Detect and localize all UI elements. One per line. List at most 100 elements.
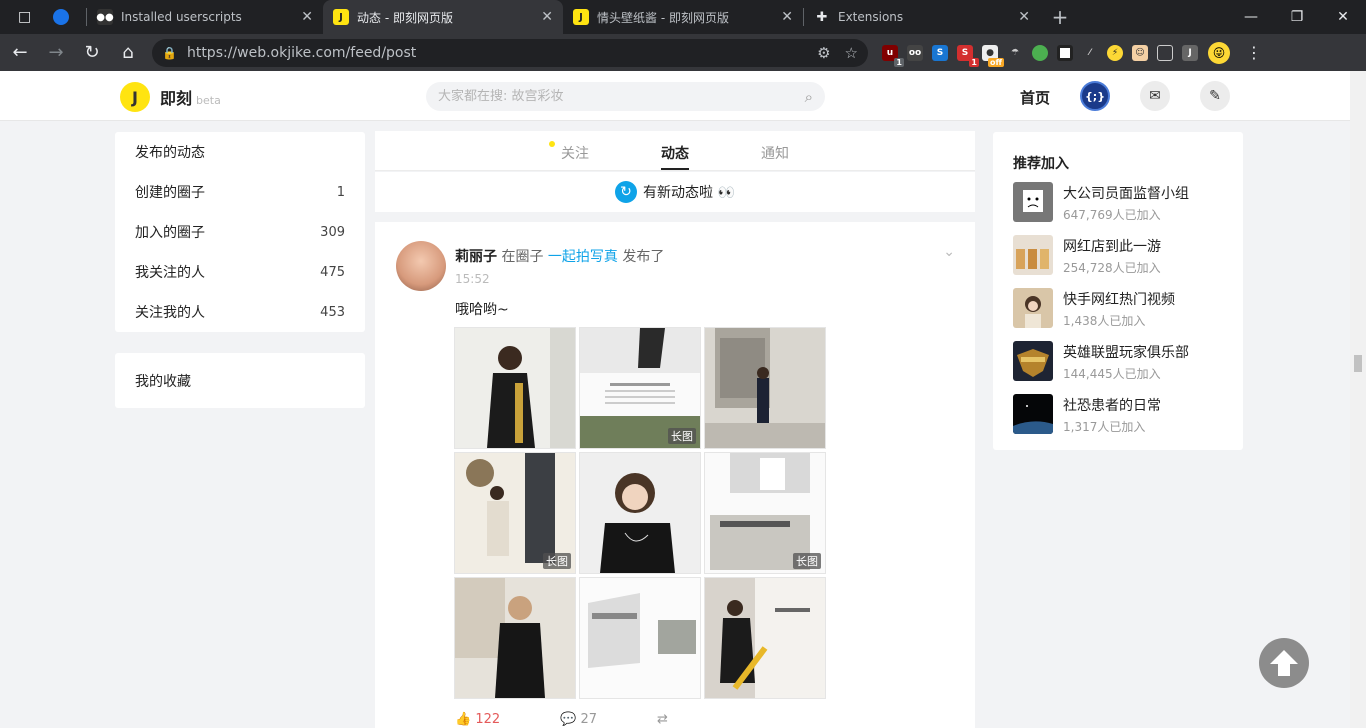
- recommend-item[interactable]: 大公司员面监督小组 647,769人已加入: [1013, 182, 1233, 224]
- post-time: 15:52: [455, 272, 490, 286]
- arrow-up-icon: [1270, 650, 1298, 676]
- face-icon[interactable]: ☺: [1132, 44, 1148, 61]
- recommend-item[interactable]: 网红店到此一游 254,728人已加入: [1013, 235, 1233, 277]
- edit-icon[interactable]: ✎: [1200, 81, 1230, 111]
- back-to-top-button[interactable]: [1259, 638, 1309, 688]
- back-icon[interactable]: ←: [4, 37, 36, 69]
- topic-count: 1,438人已加入: [1063, 314, 1146, 328]
- topic-name: 网红店到此一游: [1063, 239, 1161, 255]
- forward-icon[interactable]: →: [40, 37, 72, 69]
- new-posts-banner[interactable]: ↻ 有新动态啦 👀: [375, 172, 975, 212]
- chart-icon[interactable]: ⁄: [1082, 45, 1098, 61]
- chevron-down-icon[interactable]: ⌄: [943, 244, 955, 260]
- tab-extensions[interactable]: ✚ Extensions ✕: [804, 0, 1040, 34]
- author-name[interactable]: 莉丽子: [455, 249, 497, 265]
- photo-portrait: [580, 453, 700, 573]
- circle-link[interactable]: 一起拍写真: [548, 249, 618, 265]
- post-image[interactable]: 长图: [579, 327, 701, 449]
- lock-icon[interactable]: 🔒: [162, 46, 177, 60]
- mail-icon[interactable]: ✉: [1140, 81, 1170, 111]
- recommend-item[interactable]: 英雄联盟玩家俱乐部 144,445人已加入: [1013, 341, 1233, 383]
- post-image[interactable]: 长图: [454, 452, 576, 574]
- nav-following[interactable]: 我关注的人 475: [115, 252, 365, 292]
- translate-icon[interactable]: ⚙: [817, 44, 830, 62]
- tab-label: 动态: [661, 146, 689, 162]
- author-avatar[interactable]: [396, 241, 446, 291]
- post-image[interactable]: [704, 327, 826, 449]
- new-tab-button[interactable]: +: [1040, 0, 1080, 34]
- tab-following[interactable]: 关注: [525, 131, 625, 170]
- nav-label: 加入的圈子: [135, 225, 205, 241]
- repost-button[interactable]: ⇄: [657, 712, 668, 727]
- search-input[interactable]: [438, 89, 805, 104]
- qr-icon[interactable]: [1057, 44, 1073, 61]
- home-link[interactable]: 首页: [1020, 87, 1050, 108]
- photo-umbrella: [705, 578, 825, 698]
- profile-avatar-icon[interactable]: 😜: [1208, 41, 1230, 64]
- topic-name: 英雄联盟玩家俱乐部: [1063, 345, 1189, 361]
- user-avatar[interactable]: {;}: [1080, 81, 1110, 111]
- restore-icon[interactable]: ❐: [1274, 0, 1320, 34]
- like-button[interactable]: 👍 122: [455, 712, 500, 727]
- close-icon[interactable]: ✕: [781, 9, 793, 25]
- chat-icon[interactable]: ● off: [982, 44, 1004, 67]
- home-icon[interactable]: ⌂: [112, 37, 144, 69]
- logo[interactable]: J 即刻 beta: [120, 82, 221, 112]
- ublock-icon[interactable]: u1: [882, 44, 904, 67]
- post-actions: 👍 122 💬 27 ⇄: [455, 712, 668, 727]
- jike-ext-icon[interactable]: J: [1182, 44, 1198, 61]
- post-image[interactable]: [704, 577, 826, 699]
- minimize-icon[interactable]: —: [1228, 0, 1274, 34]
- comment-button[interactable]: 💬 27: [560, 712, 597, 727]
- post-image[interactable]: [454, 327, 576, 449]
- page-icon[interactable]: □: [18, 9, 31, 25]
- post-image[interactable]: [579, 577, 701, 699]
- s-red-icon[interactable]: S1: [957, 44, 979, 67]
- post-image[interactable]: [579, 452, 701, 574]
- recommend-title: 推荐加入: [1013, 156, 1069, 172]
- thumbs-up-icon: 👍: [455, 712, 472, 727]
- topic-image: [1013, 341, 1053, 381]
- photo-street: [705, 328, 825, 448]
- scrollbar-thumb[interactable]: [1354, 355, 1362, 372]
- address-bar[interactable]: 🔒 https://web.okjike.com/feed/post ⚙ ☆: [152, 38, 868, 67]
- nav-favorites[interactable]: 我的收藏: [115, 353, 365, 408]
- image-grid: 长图 长图 长图: [454, 327, 826, 699]
- nav-followers[interactable]: 关注我的人 453: [115, 292, 365, 332]
- lightning-icon[interactable]: ⚡: [1107, 44, 1123, 61]
- menu-icon[interactable]: ⋮: [1246, 43, 1262, 62]
- page-scrollbar[interactable]: [1350, 71, 1366, 728]
- bookmark-star-icon[interactable]: ☆: [845, 44, 858, 62]
- close-window-icon[interactable]: ✕: [1320, 0, 1366, 34]
- nav-created-circles[interactable]: 创建的圈子 1: [115, 172, 365, 212]
- close-icon[interactable]: ✕: [1018, 9, 1030, 25]
- glasses-icon[interactable]: oo: [907, 44, 923, 61]
- url-text[interactable]: https://web.okjike.com/feed/post: [187, 45, 803, 61]
- photo-girl-beret: [455, 578, 575, 698]
- tampermonkey-icon: ●●: [96, 9, 114, 25]
- search-icon[interactable]: ⌕: [805, 88, 813, 106]
- tab-wallpaper[interactable]: J 情头壁纸酱 - 即刻网页版 ✕: [563, 0, 803, 34]
- topic-image: [1013, 394, 1053, 434]
- recommend-item[interactable]: 快手网红热门视频 1,438人已加入: [1013, 288, 1233, 330]
- tab-feed[interactable]: J 动态 - 即刻网页版 ✕: [323, 0, 563, 34]
- tab-feed-posts[interactable]: 动态: [625, 131, 725, 170]
- post-image[interactable]: [454, 577, 576, 699]
- tab-installed-userscripts[interactable]: ●● Installed userscripts ✕: [87, 0, 323, 34]
- nav-my-posts[interactable]: 发布的动态: [115, 132, 365, 172]
- nav-joined-circles[interactable]: 加入的圈子 309: [115, 212, 365, 252]
- site-header: J 即刻 beta ⌕ 首页 {;} ✉ ✎: [0, 71, 1350, 121]
- tab-notifications[interactable]: 通知: [725, 131, 825, 170]
- parachute-icon[interactable]: ☂: [1007, 45, 1023, 61]
- pip-icon[interactable]: [1157, 44, 1173, 61]
- close-icon[interactable]: ✕: [541, 9, 553, 25]
- post-image[interactable]: 长图: [704, 452, 826, 574]
- color-wheel-icon[interactable]: [1032, 44, 1048, 61]
- long-image-tag: 长图: [668, 428, 696, 444]
- recommend-item[interactable]: 社恐患者的日常 1,317人已加入: [1013, 394, 1233, 436]
- logo-mark: J: [120, 82, 150, 112]
- s-blue-icon[interactable]: S: [932, 44, 948, 61]
- pinned-tab-icon[interactable]: [53, 9, 70, 25]
- close-icon[interactable]: ✕: [301, 9, 313, 25]
- reload-icon[interactable]: ↻: [76, 37, 108, 69]
